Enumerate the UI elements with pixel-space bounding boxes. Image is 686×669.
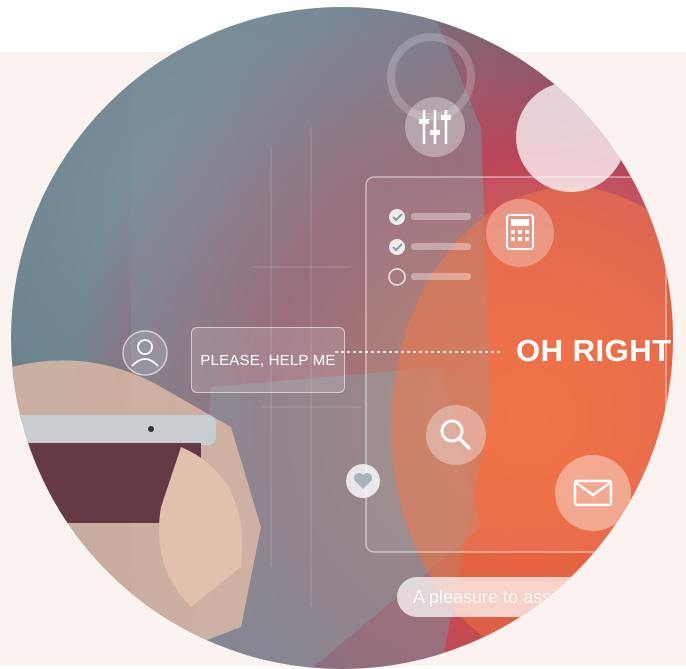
user-icon [122,330,168,376]
search-icon [426,405,486,465]
help-request-bubble: PLEASE, HELP ME [191,327,345,393]
hero-photo-circle: PLEASE, HELP ME OH RIGHT A pleasure to a… [11,7,673,669]
mail-icon [555,455,631,531]
calculator-icon [486,199,554,267]
heart-icon [346,464,380,498]
decorative-bubble [516,82,626,192]
assist-text: A pleasure to assis [413,586,565,607]
reply-text: OH RIGHT [516,333,672,368]
help-request-text: PLEASE, HELP ME [200,351,336,369]
assist-bubble: A pleasure to assis [397,577,617,617]
